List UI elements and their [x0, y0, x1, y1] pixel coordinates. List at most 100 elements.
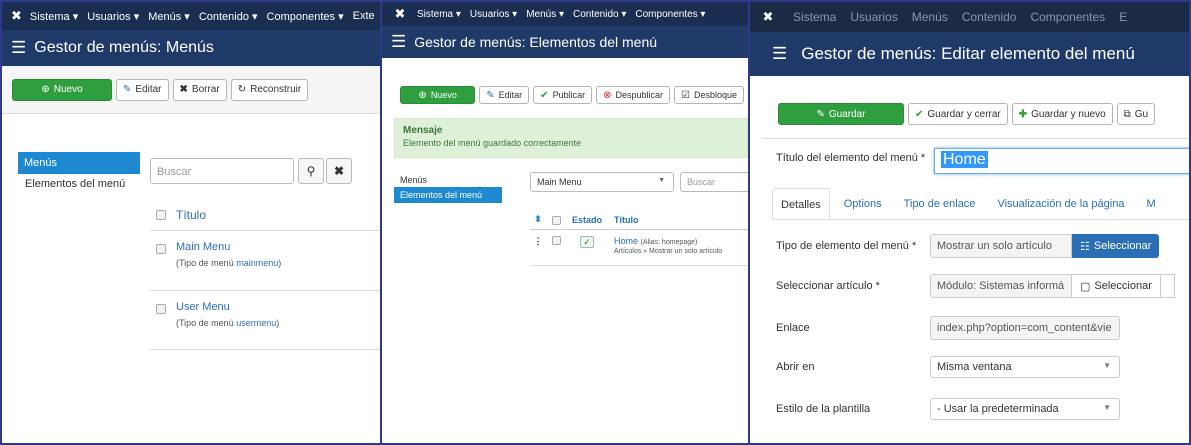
- select-all-checkbox[interactable]: [156, 210, 166, 220]
- tab-bar: Detalles Options Tipo de enlace Visualiz…: [772, 188, 1189, 220]
- article-label: Seleccionar artículo *: [776, 280, 880, 292]
- menus-manager-pane: ✖ Sistema ▾ Usuarios ▾ Menús ▾ Contenido…: [2, 2, 380, 443]
- search-input[interactable]: Buscar: [680, 172, 748, 192]
- new-button[interactable]: ⊕ Nuevo: [12, 78, 112, 101]
- sidebar-item-menu-items[interactable]: Elementos del menú: [394, 187, 502, 203]
- close-icon: ✖: [179, 84, 188, 95]
- drag-handle-icon[interactable]: ⋮: [530, 236, 546, 247]
- nav-sistema: Sistema: [793, 10, 837, 24]
- unblock-button[interactable]: ☑ Desbloque: [674, 86, 744, 104]
- page-title: Gestor de menús: Editar elemento del men…: [801, 44, 1135, 63]
- menu-link[interactable]: User Menu: [176, 301, 279, 313]
- item-link[interactable]: Home: [614, 236, 638, 246]
- delete-button[interactable]: ✖ Borrar: [172, 78, 227, 101]
- nav-componentes: Componentes: [1030, 10, 1106, 24]
- nav-contenido[interactable]: Contenido ▾: [199, 10, 258, 23]
- sidebar-item-menus[interactable]: Menús: [394, 173, 502, 187]
- save-close-button[interactable]: ✔ Guardar y cerrar: [908, 103, 1008, 125]
- link-row: Enlace index.php?option=com_content&vie: [776, 316, 1120, 340]
- clear-button[interactable]: ✖: [326, 158, 352, 184]
- tab-link-type[interactable]: Tipo de enlace: [896, 188, 984, 219]
- row-checkbox[interactable]: [156, 304, 166, 314]
- nav-usuarios: Usuarios: [850, 10, 898, 24]
- unpublish-button[interactable]: ⊗ Despublicar: [596, 86, 670, 104]
- item-type-label: Tipo de elemento del menú *: [776, 240, 917, 252]
- select-all-checkbox[interactable]: [551, 216, 561, 225]
- item-type: Artículos » Mostrar un solo artículo: [614, 248, 723, 255]
- admin-nav: ✖ Sistema ▾ Usuarios ▾ Menús ▾ Contenido…: [382, 2, 748, 26]
- list-icon: ☷: [1080, 240, 1090, 253]
- open-in-select[interactable]: Misma ventana ▼: [930, 356, 1120, 378]
- nav-menus[interactable]: Menús ▾: [148, 10, 190, 23]
- sidebar-item-menus[interactable]: Menús: [18, 152, 140, 174]
- select-type-button[interactable]: ☷ Seleccionar: [1072, 234, 1160, 258]
- nav-menus[interactable]: Menús ▾: [526, 9, 564, 20]
- page-titlebar: ☰ Gestor de menús: Menús: [2, 30, 380, 66]
- article-row: Seleccionar artículo * Módulo: Sistemas …: [776, 274, 1175, 298]
- chevron-down-icon: ▼: [1103, 361, 1111, 370]
- item-title-line: Home (Alias: homepage): [614, 236, 748, 246]
- table-row: User Menu (Tipo de menú usermenu): [150, 290, 380, 350]
- nav-componentes[interactable]: Componentes ▾: [267, 10, 344, 23]
- menu-select[interactable]: Main Menu ▼: [530, 172, 674, 192]
- edit-button[interactable]: ✎ Editar: [116, 78, 169, 101]
- menu-link[interactable]: Main Menu: [176, 241, 281, 253]
- joomla-icon[interactable]: ✖: [391, 6, 409, 22]
- template-style-select[interactable]: - Usar la predeterminada ▼: [930, 398, 1120, 420]
- sidebar-item-menu-items[interactable]: Elementos del menú: [18, 174, 140, 194]
- status-column-header[interactable]: Estado: [566, 215, 608, 225]
- title-input[interactable]: Home: [934, 148, 1189, 174]
- row-checkbox[interactable]: [156, 244, 166, 254]
- publish-button[interactable]: ✔ Publicar: [533, 86, 593, 104]
- rebuild-button[interactable]: ↻ Reconstruir: [230, 78, 309, 101]
- search-input[interactable]: Buscar: [150, 158, 294, 184]
- menu-type: (Tipo de menú mainmenu): [176, 258, 282, 268]
- file-icon: ▢: [1080, 280, 1091, 293]
- joomla-icon[interactable]: ✖: [759, 9, 777, 25]
- save-copy-button[interactable]: ⧉ Gu: [1116, 103, 1156, 125]
- row-checkbox[interactable]: [551, 236, 561, 245]
- message-heading: Mensaje: [403, 125, 443, 136]
- edit-button[interactable]: ✎ Editar: [479, 86, 530, 104]
- published-check-icon[interactable]: ✓: [580, 236, 594, 248]
- item-type-field: Mostrar un solo artículo: [930, 234, 1072, 258]
- nav-componentes[interactable]: Componentes ▾: [635, 9, 705, 20]
- nav-contenido[interactable]: Contenido ▾: [573, 9, 626, 20]
- tab-more[interactable]: M: [1138, 188, 1163, 219]
- close-icon: ✖: [333, 164, 345, 178]
- search-button[interactable]: ⚲: [298, 158, 324, 184]
- chevron-down-icon: ▼: [658, 177, 665, 184]
- title-column-header[interactable]: Título: [176, 208, 206, 222]
- nav-extensiones[interactable]: Exte: [353, 10, 375, 22]
- toolbar: ⊕ Nuevo ✎ Editar ✖ Borrar ↻ Reconstruir: [2, 66, 380, 114]
- article-field: Módulo: Sistemas informá: [930, 274, 1072, 298]
- title-column-header[interactable]: Título: [608, 215, 748, 225]
- joomla-icon[interactable]: ✖: [11, 8, 22, 24]
- nav-usuarios[interactable]: Usuarios ▾: [470, 9, 517, 20]
- sort-icon[interactable]: ⬍: [530, 214, 546, 225]
- nav-usuarios[interactable]: Usuarios ▾: [87, 10, 139, 23]
- plus-icon: ✚: [1018, 108, 1028, 120]
- template-style-label: Estilo de la plantilla: [776, 403, 871, 415]
- edit-icon: ✎: [123, 84, 132, 95]
- sidebar: Menús Elementos del menú: [394, 173, 502, 203]
- check-icon: ✔: [540, 89, 549, 101]
- save-new-button[interactable]: ✚ Guardar y nuevo: [1011, 103, 1113, 125]
- save-button[interactable]: ✎ Guardar: [778, 103, 904, 125]
- nav-extensiones: E: [1119, 10, 1128, 24]
- template-style-row: Estilo de la plantilla - Usar la predete…: [776, 398, 1120, 420]
- clear-article-button[interactable]: [1160, 274, 1175, 298]
- nav-sistema[interactable]: Sistema ▾: [417, 9, 461, 20]
- nav-sistema[interactable]: Sistema ▾: [30, 10, 78, 23]
- select-article-button[interactable]: ▢ Seleccionar: [1072, 274, 1161, 298]
- tab-page-display[interactable]: Visualización de la página: [989, 188, 1132, 219]
- new-button[interactable]: ⊕ Nuevo: [400, 86, 476, 104]
- item-type-row: Tipo de elemento del menú * Mostrar un s…: [776, 234, 1160, 258]
- toolbar: ⊕ Nuevo ✎ Editar ✔ Publicar ⊗ Despublicar ☑ D…: [382, 80, 748, 110]
- tab-details[interactable]: Detalles: [772, 188, 830, 219]
- menus-table: Título Main Menu (Tipo de menú mainmenu)…: [150, 200, 380, 350]
- list-icon: ☰: [391, 32, 407, 51]
- title-label: Título del elemento del menú *: [776, 152, 926, 164]
- table-header: ⬍ Estado Título: [530, 200, 748, 230]
- tab-options[interactable]: Options: [836, 188, 890, 219]
